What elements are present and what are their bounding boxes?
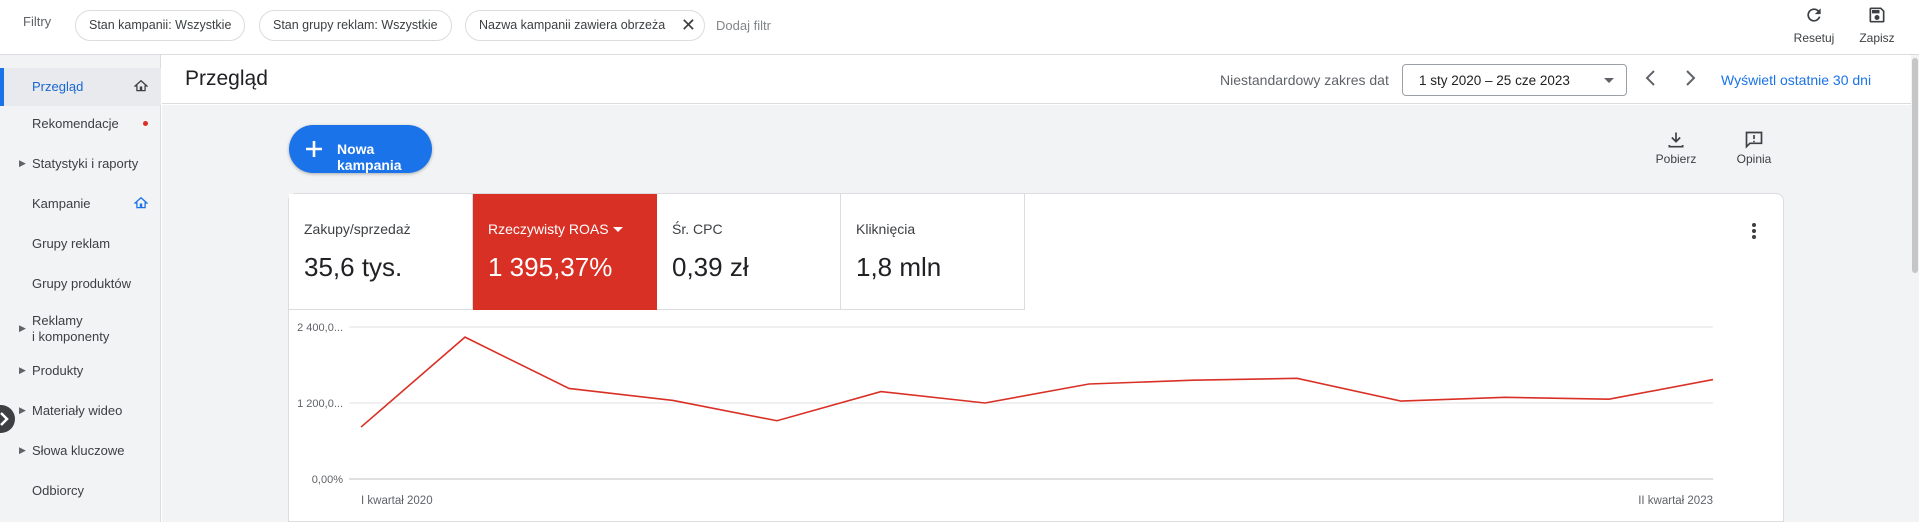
chevron-right-icon: [1686, 70, 1696, 86]
expand-arrow-icon: ▶: [19, 365, 26, 375]
refresh-icon: [1784, 5, 1844, 31]
notification-dot: [143, 121, 148, 126]
sidebar-item-keywords[interactable]: ▶ Słowa kluczowe: [0, 435, 161, 465]
new-campaign-label: Nowa kampania: [337, 141, 402, 173]
add-filter-link[interactable]: Dodaj filtr: [716, 18, 771, 33]
prev-period-button[interactable]: [1642, 68, 1660, 94]
filter-bar: Filtry Stan kampanii: Wszystkie Stan gru…: [0, 0, 1919, 55]
metric-purchases[interactable]: Zakupy/sprzedaż 35,6 tys.: [289, 194, 473, 310]
sidebar-item-label: Grupy produktów: [32, 276, 131, 291]
expand-arrow-icon: ▶: [19, 323, 26, 333]
sidebar-item-label: Odbiorcy: [32, 483, 85, 498]
more-vert-icon[interactable]: [1751, 222, 1757, 245]
home-icon: [133, 196, 149, 213]
sidebar-item-label: Słowa kluczowe: [32, 443, 125, 458]
metric-value: 0,39 zł: [672, 252, 749, 282]
scrollbar-thumb[interactable]: [1912, 58, 1918, 273]
reset-button[interactable]: Resetuj: [1784, 5, 1844, 45]
view-last-30-days-link[interactable]: Wyświetl ostatnie 30 dni: [1721, 72, 1871, 88]
filter-chip-campaign-name[interactable]: Nazwa kampanii zawiera obrzeża ✕: [465, 10, 705, 41]
sidebar-item-label: Reklamy: [32, 313, 83, 328]
save-label: Zapisz: [1859, 31, 1895, 45]
metric-value: 35,6 tys.: [304, 252, 403, 282]
save-icon: [1847, 5, 1907, 31]
feedback-icon: [1724, 130, 1784, 152]
sidebar-item-recommendations[interactable]: Rekomendacje: [0, 108, 161, 138]
filter-chip-label: Stan kampanii: Wszystkie: [89, 18, 232, 32]
sidebar-item-label: Materiały wideo: [32, 403, 123, 418]
metric-clicks[interactable]: Kliknięcia 1,8 mln: [841, 194, 1025, 310]
next-period-button[interactable]: [1681, 68, 1699, 94]
home-icon: [133, 79, 149, 96]
close-icon[interactable]: ✕: [681, 11, 696, 40]
sidebar-item-product-groups[interactable]: Grupy produktów: [0, 268, 161, 298]
metric-avg-cpc[interactable]: Śr. CPC 0,39 zł: [657, 194, 841, 310]
sidebar-item-label: Produkty: [32, 363, 84, 378]
x-tick-label-end: II kwartał 2023: [1638, 495, 1713, 507]
sidebar-item-ad-groups[interactable]: Grupy reklam: [0, 228, 161, 258]
filter-chip-campaign-status[interactable]: Stan kampanii: Wszystkie: [75, 10, 246, 41]
metric-name: Kliknięcia: [856, 221, 916, 237]
download-button[interactable]: Pobierz: [1646, 130, 1706, 166]
sidebar-item-label: Kampanie: [32, 196, 91, 211]
chevron-left-icon: [1645, 70, 1655, 86]
new-campaign-button[interactable]: Nowa kampania: [289, 125, 432, 173]
sidebar-item-insights-reports[interactable]: ▶ Statystyki i raporty: [0, 148, 161, 178]
metric-roas[interactable]: Rzeczywisty ROAS 1 395,37%: [473, 194, 657, 310]
dropdown-caret-icon[interactable]: [613, 227, 623, 232]
expand-sidebar-button[interactable]: [0, 405, 15, 433]
y-tick-label: 2 400,0...: [297, 322, 343, 334]
filter-chip-label: Stan grupy reklam: Wszystkie: [273, 18, 438, 32]
main-content: Nowa kampania Pobierz Opinia Zakupy/sprz…: [162, 105, 1919, 522]
filters-label: Filtry: [23, 14, 52, 29]
download-icon: [1646, 130, 1706, 152]
expand-arrow-icon: ▶: [19, 158, 26, 168]
sidebar-item-videos[interactable]: ▶ Materiały wideo: [0, 395, 161, 425]
feedback-button[interactable]: Opinia: [1724, 130, 1784, 166]
plus-icon: [301, 136, 327, 165]
metric-name: Rzeczywisty ROAS: [488, 221, 609, 237]
sidebar-item-label: Statystyki i raporty: [32, 156, 139, 171]
save-button[interactable]: Zapisz: [1847, 5, 1907, 45]
series-line: [360, 336, 1714, 428]
sidebar-item-overview[interactable]: Przegląd: [0, 68, 161, 106]
sidebar: Przegląd Rekomendacje ▶ Statystyki i rap…: [0, 55, 161, 522]
filter-chip-label: Nazwa kampanii zawiera obrzeża: [479, 18, 666, 32]
filter-chip-adgroup-status[interactable]: Stan grupy reklam: Wszystkie: [259, 10, 452, 41]
sidebar-item-label: Przegląd: [32, 79, 84, 94]
sidebar-item-audiences[interactable]: Odbiorcy: [0, 475, 161, 505]
sidebar-item-products[interactable]: ▶ Produkty: [0, 355, 161, 385]
page-header: Przegląd Niestandardowy zakres dat 1 sty…: [162, 55, 1919, 104]
metric-name: Zakupy/sprzedaż: [304, 221, 411, 237]
page-title: Przegląd: [185, 67, 268, 90]
active-indicator: [0, 68, 4, 106]
sidebar-item-label: Grupy reklam: [32, 236, 111, 251]
chevron-right-icon: [0, 412, 9, 426]
y-tick-label: 1 200,0...: [297, 398, 343, 410]
expand-arrow-icon: ▶: [19, 445, 26, 455]
feedback-label: Opinia: [1736, 152, 1772, 166]
performance-card: Zakupy/sprzedaż 35,6 tys. Rzeczywisty RO…: [288, 193, 1784, 522]
date-range-label: Niestandardowy zakres dat: [1220, 72, 1389, 88]
sidebar-item-campaigns[interactable]: Kampanie: [0, 188, 161, 218]
expand-arrow-icon: ▶: [19, 405, 26, 415]
dropdown-caret-icon: [1604, 78, 1614, 83]
date-range-dropdown[interactable]: 1 sty 2020 – 25 cze 2023: [1402, 64, 1627, 96]
date-range-value: 1 sty 2020 – 25 cze 2023: [1419, 73, 1570, 88]
metric-value: 1 395,37%: [488, 252, 613, 282]
metric-name: Śr. CPC: [672, 221, 723, 237]
sidebar-item-label: i komponenty: [32, 329, 110, 344]
sidebar-item-ads-assets[interactable]: ▶ Reklamy i komponenty: [0, 308, 161, 348]
x-tick-label-start: I kwartał 2020: [361, 495, 433, 507]
performance-chart: 2 400,0... 1 200,0... 0,00% I kwartał 20…: [297, 322, 1714, 507]
metric-value: 1,8 mln: [856, 252, 942, 282]
sidebar-item-label: Rekomendacje: [32, 116, 119, 131]
reset-label: Resetuj: [1793, 31, 1835, 45]
y-tick-label: 0,00%: [312, 474, 343, 486]
download-label: Pobierz: [1655, 152, 1697, 166]
